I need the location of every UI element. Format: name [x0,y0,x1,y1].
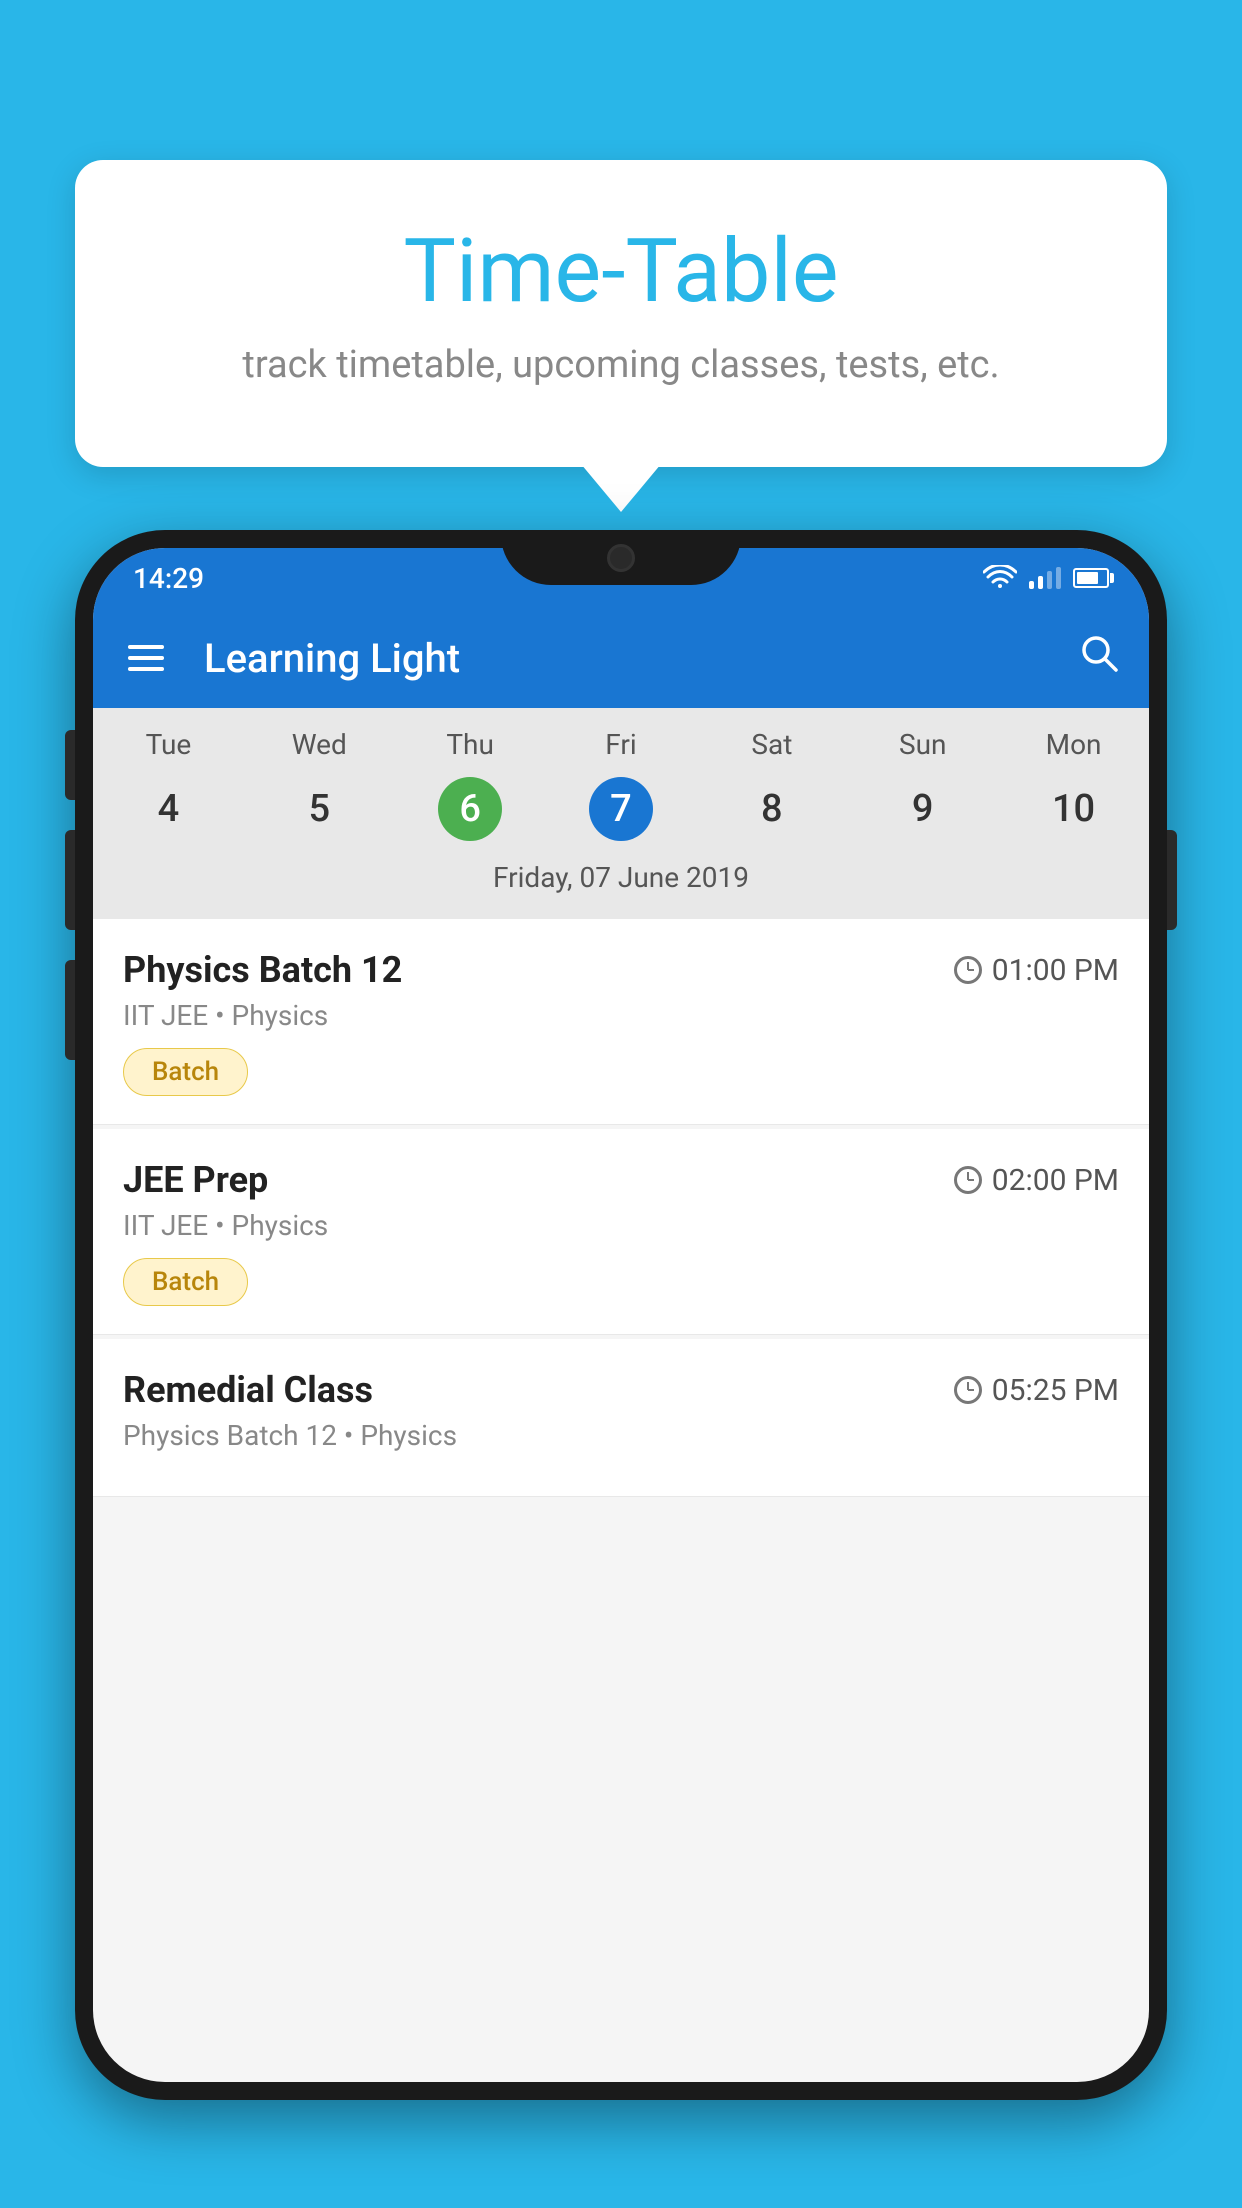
day-header-fri: Fri [546,728,697,761]
clock-icon-3 [954,1376,982,1404]
schedule-list: Physics Batch 12 01:00 PM IIT JEE • Phys… [93,919,1149,1501]
day-8[interactable]: 8 [696,769,847,849]
schedule-item-2-title: JEE Prep [123,1159,268,1201]
schedule-item-3-subtitle: Physics Batch 12 • Physics [123,1419,1119,1452]
day-10[interactable]: 10 [998,769,1149,849]
mute-button [65,730,75,800]
phone-notch [501,530,741,585]
calendar-strip: Tue Wed Thu Fri Sat Sun Mon 4 5 6 7 8 [93,708,1149,919]
schedule-item-3-title: Remedial Class [123,1369,373,1411]
schedule-item-1-header: Physics Batch 12 01:00 PM [123,949,1119,991]
day-9[interactable]: 9 [847,769,998,849]
schedule-item-2-time-text: 02:00 PM [992,1163,1119,1198]
schedule-item-2-badge: Batch [123,1258,248,1306]
tooltip-subtitle: track timetable, upcoming classes, tests… [125,343,1117,387]
front-camera [607,544,635,572]
search-button[interactable] [1079,633,1119,683]
schedule-item-1[interactable]: Physics Batch 12 01:00 PM IIT JEE • Phys… [93,919,1149,1125]
schedule-item-2-time: 02:00 PM [954,1163,1119,1198]
schedule-item-3-time-text: 05:25 PM [992,1373,1119,1408]
battery-icon [1073,568,1109,588]
schedule-item-2[interactable]: JEE Prep 02:00 PM IIT JEE • Physics Batc… [93,1129,1149,1335]
schedule-item-1-subtitle: IIT JEE • Physics [123,999,1119,1032]
day-header-sun: Sun [847,728,998,761]
wifi-icon [983,565,1017,591]
tooltip-card: Time-Table track timetable, upcoming cla… [75,160,1167,467]
status-time: 14:29 [133,562,204,595]
day-4[interactable]: 4 [93,769,244,849]
schedule-item-3[interactable]: Remedial Class 05:25 PM Physics Batch 12… [93,1339,1149,1497]
app-title: Learning Light [204,635,1059,682]
power-button [1167,830,1177,930]
day-7-selected[interactable]: 7 [546,769,697,849]
schedule-item-1-time-text: 01:00 PM [992,953,1119,988]
menu-button[interactable] [123,640,169,676]
clock-icon-2 [954,1166,982,1194]
day-header-sat: Sat [696,728,847,761]
phone-screen: 14:29 [93,548,1149,2082]
schedule-item-1-time: 01:00 PM [954,953,1119,988]
app-bar: Learning Light [93,608,1149,708]
day-header-tue: Tue [93,728,244,761]
schedule-item-2-header: JEE Prep 02:00 PM [123,1159,1119,1201]
schedule-item-3-header: Remedial Class 05:25 PM [123,1369,1119,1411]
day-header-thu: Thu [395,728,546,761]
tooltip-title: Time-Table [125,220,1117,323]
phone-mockup: 14:29 [75,530,1167,2208]
clock-icon-1 [954,956,982,984]
schedule-item-1-title: Physics Batch 12 [123,949,402,991]
schedule-item-2-subtitle: IIT JEE • Physics [123,1209,1119,1242]
day-header-wed: Wed [244,728,395,761]
day-numbers: 4 5 6 7 8 9 10 [93,769,1149,849]
selected-date: Friday, 07 June 2019 [93,849,1149,904]
day-headers: Tue Wed Thu Fri Sat Sun Mon [93,728,1149,761]
schedule-item-3-time: 05:25 PM [954,1373,1119,1408]
status-icons [983,565,1109,591]
day-5[interactable]: 5 [244,769,395,849]
schedule-item-1-badge: Batch [123,1048,248,1096]
day-header-mon: Mon [998,728,1149,761]
day-6-today[interactable]: 6 [395,769,546,849]
volume-down-button [65,960,75,1060]
signal-icon [1029,567,1061,589]
volume-up-button [65,830,75,930]
